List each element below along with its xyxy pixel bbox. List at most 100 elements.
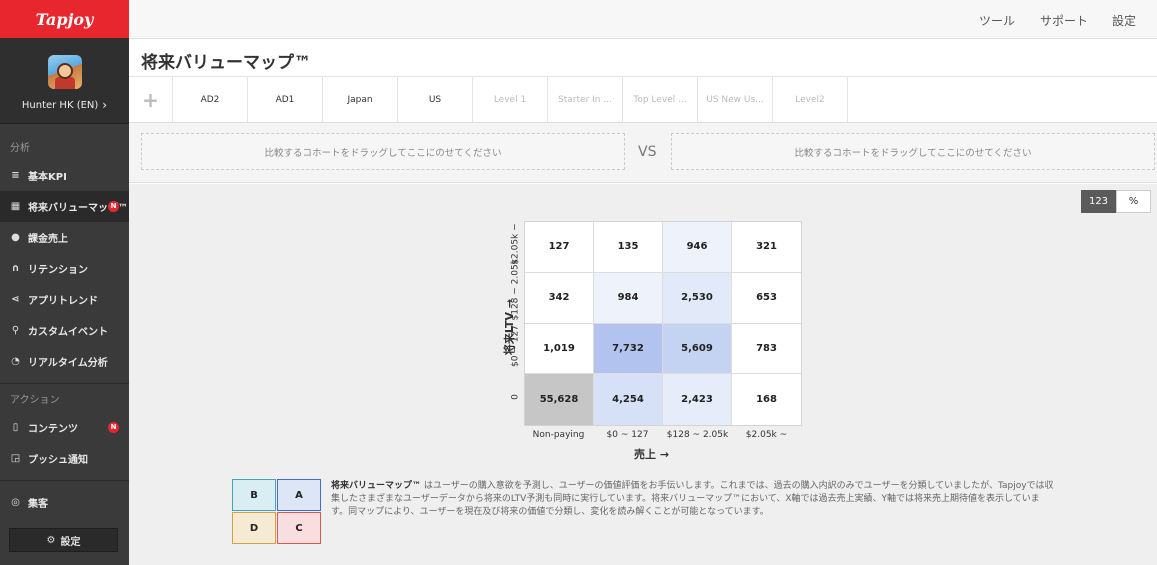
- section-label-action: アクション: [10, 395, 60, 406]
- right-dropzone[interactable]: 比較するコホートをドラッグしてここにのせてください: [671, 133, 1155, 170]
- push-icon: ◲: [10, 453, 21, 464]
- new-badge: N: [108, 201, 119, 212]
- list-icon: ≡: [11, 170, 20, 181]
- cohort-tab[interactable]: Starter In ...: [548, 77, 623, 122]
- new-badge: N: [108, 422, 119, 433]
- quadrant-b: B: [232, 479, 276, 511]
- share-icon: ⋖: [11, 294, 20, 305]
- nav-item-realtime[interactable]: ◔ リアルタイム分析: [0, 346, 129, 377]
- quadrant-label: C: [295, 522, 303, 534]
- nav-item-basic-kpi[interactable]: ≡ 基本KPI: [0, 160, 129, 191]
- percent-toggle-button[interactable]: %: [1116, 190, 1151, 213]
- tools-link[interactable]: ツール: [979, 12, 1015, 29]
- heatmap-cell[interactable]: 2,423: [663, 374, 732, 425]
- heatmap-cell[interactable]: 783: [732, 323, 801, 375]
- cohort-tab[interactable]: Level 1: [473, 77, 548, 122]
- divider: [0, 480, 129, 481]
- description-text: はユーザーの購入意欲を予測し、ユーザーの価値評価をお手伝いします。これまでは、過…: [331, 481, 1054, 517]
- app-name: Hunter HK (EN): [21, 99, 99, 111]
- quadrant-a: A: [277, 479, 321, 511]
- heatmap-cell[interactable]: 2,530: [663, 272, 732, 324]
- target-icon: ◎: [11, 497, 20, 508]
- app-icon: [47, 55, 82, 89]
- quadrant-label: B: [250, 489, 258, 501]
- bookmark-icon: ▯: [12, 422, 19, 433]
- cohort-tab[interactable]: US New Us...: [698, 77, 773, 122]
- heatmap-cell[interactable]: 946: [663, 222, 732, 273]
- nav-label: 基本KPI: [28, 172, 67, 183]
- grid-icon: ▦: [10, 201, 21, 212]
- nav-item-custom-event[interactable]: ⚲ カスタムイベント: [0, 315, 129, 346]
- support-link[interactable]: サポート: [1040, 12, 1088, 29]
- x-axis-title: 売上 →: [634, 448, 670, 461]
- search-icon: ⚲: [11, 325, 20, 336]
- heatmap-cell[interactable]: 653: [732, 272, 801, 324]
- add-cohort-button[interactable]: +: [129, 77, 173, 122]
- heatmap-cell[interactable]: 135: [594, 222, 663, 273]
- tapjoy-logo[interactable]: Tapjoy: [0, 0, 129, 38]
- x-tick-label: Non-paying: [532, 430, 585, 440]
- cohort-tab[interactable]: Top Level ...: [623, 77, 698, 122]
- cohort-tab[interactable]: Level2: [773, 77, 848, 122]
- title-row: 将来バリューマップ™: [129, 39, 1157, 77]
- count-toggle-button[interactable]: 123: [1081, 190, 1116, 213]
- gear-icon: ⚙: [46, 534, 56, 546]
- vs-label: VS: [638, 144, 657, 160]
- nav-item-app-trend[interactable]: ⋖ アプリトレンド: [0, 284, 129, 315]
- compare-area: 比較するコホートをドラッグしてここにのせてください VS 比較するコホートをドラ…: [129, 123, 1157, 183]
- heatmap-cell[interactable]: 342: [525, 272, 594, 324]
- quadrant-d: D: [232, 512, 276, 544]
- nav-item-future-value-map[interactable]: ▦ 将来バリューマップ™ N: [0, 191, 129, 222]
- quadrant-label: A: [295, 489, 303, 501]
- y-tick-label: $128 ~ 2.05k: [510, 259, 521, 321]
- nav-item-acquisition[interactable]: ◎ 集客: [0, 487, 129, 518]
- heatmap-cell[interactable]: 7,732: [594, 323, 663, 375]
- quadrant-label: D: [249, 522, 259, 534]
- heatmap-cell[interactable]: 127: [525, 222, 594, 273]
- cohort-tab[interactable]: AD1: [248, 77, 323, 122]
- x-tick-label: $2.05k ~: [745, 430, 788, 440]
- nav-item-revenue[interactable]: ● 課金売上: [0, 222, 129, 253]
- chevron-right-icon: ›: [102, 98, 108, 112]
- clock-icon: ◔: [11, 356, 20, 367]
- magnet-icon: ∩: [11, 263, 20, 274]
- nav-label: 課金売上: [28, 234, 68, 245]
- heatmap-cell[interactable]: 4,254: [594, 374, 663, 425]
- settings-button-label: 設定: [60, 536, 81, 548]
- nav-item-retention[interactable]: ∩ リテンション: [0, 253, 129, 284]
- left-dropzone[interactable]: 比較するコホートをドラッグしてここにのせてください: [141, 133, 625, 170]
- heatmap-cell[interactable]: 55,628: [525, 374, 594, 425]
- value-map-panel: 123 % 将来LTV → $2.05k ~ $128 ~ 2.05k $0 ~…: [129, 184, 1157, 565]
- cohort-tab[interactable]: AD2: [173, 77, 248, 122]
- description: 将来バリューマップ™ はユーザーの購入意欲を予測し、ユーザーの価値評価をお手伝い…: [331, 480, 1056, 519]
- divider: [0, 383, 129, 384]
- cohort-bar: + AD2 AD1 Japan US Level 1 Starter In ..…: [129, 77, 1157, 123]
- section-label-analysis: 分析: [10, 143, 30, 154]
- value-map-heatmap: 127 135 946 321 342 984 2,530 653 1,019 7,732 5,60…: [524, 221, 802, 426]
- nav-label: リテンション: [28, 265, 88, 276]
- nav-item-content[interactable]: ▯ コンテンツ N: [0, 412, 129, 443]
- y-tick-label: $0 ~ 127: [510, 325, 521, 367]
- page-title: 将来バリューマップ™: [141, 53, 311, 73]
- nav-item-push[interactable]: ◲ プッシュ通知: [0, 443, 129, 474]
- coin-icon: ●: [11, 232, 20, 243]
- cohort-tab[interactable]: Japan: [323, 77, 398, 122]
- nav-label: リアルタイム分析: [28, 358, 108, 369]
- cohort-tab[interactable]: US: [398, 77, 473, 122]
- x-tick-label: $0 ~ 127: [606, 430, 649, 440]
- settings-button[interactable]: ⚙ 設定: [9, 528, 118, 552]
- heatmap-cell[interactable]: 321: [732, 222, 801, 273]
- view-toggle: 123 %: [1081, 190, 1151, 213]
- heatmap-cell[interactable]: 984: [594, 272, 663, 324]
- heatmap-cell[interactable]: 5,609: [663, 323, 732, 375]
- quadrant-legend: B A D C: [232, 479, 322, 546]
- description-title: 将来バリューマップ™: [331, 481, 422, 491]
- top-bar: ツール サポート 設定: [129, 0, 1157, 39]
- nav-label: プッシュ通知: [28, 455, 88, 466]
- x-tick-label: $128 ~ 2.05k: [666, 430, 729, 440]
- nav-label: カスタムイベント: [28, 327, 108, 338]
- app-selector[interactable]: Hunter HK (EN) ›: [0, 38, 129, 124]
- heatmap-cell[interactable]: 1,019: [525, 323, 594, 375]
- settings-link[interactable]: 設定: [1112, 12, 1136, 29]
- heatmap-cell[interactable]: 168: [732, 374, 801, 425]
